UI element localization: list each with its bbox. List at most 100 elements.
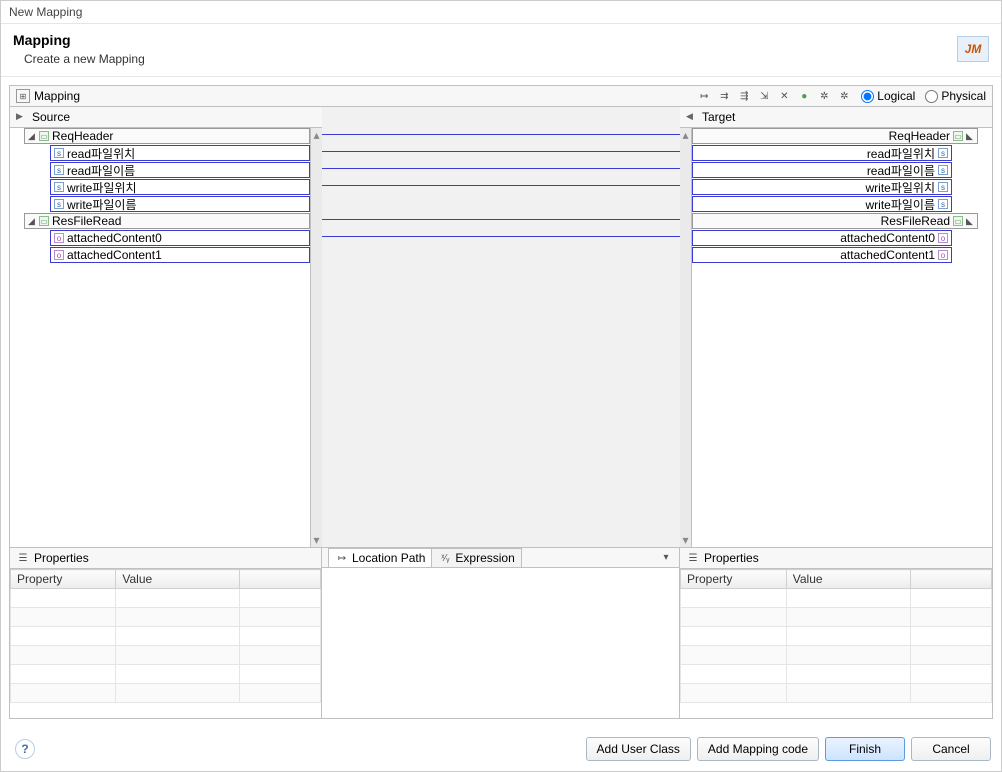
- string-type-icon: s: [54, 199, 64, 209]
- source-field[interactable]: swrite파일위치: [50, 179, 310, 195]
- table-row[interactable]: [11, 684, 321, 703]
- string-type-icon: s: [938, 148, 948, 158]
- target-group-label: ResFileRead: [881, 214, 950, 228]
- table-row[interactable]: [11, 608, 321, 627]
- expand-icon[interactable]: ◣: [966, 216, 974, 227]
- target-field[interactable]: attachedContent0o: [692, 230, 952, 246]
- table-row[interactable]: [681, 627, 992, 646]
- table-row[interactable]: [681, 665, 992, 684]
- target-group[interactable]: ReqHeader▭◣: [692, 128, 978, 144]
- target-field[interactable]: read파일이름s: [692, 162, 952, 178]
- finish-button[interactable]: Finish: [825, 737, 905, 761]
- source-field[interactable]: sread파일이름: [50, 162, 310, 178]
- target-field[interactable]: write파일위치s: [692, 179, 952, 195]
- property-col-header: Property: [681, 570, 787, 589]
- source-label: Source: [32, 110, 70, 124]
- clear-links-icon[interactable]: ✕: [777, 89, 791, 103]
- page-subtitle: Create a new Mapping: [13, 48, 145, 66]
- target-properties-table[interactable]: PropertyValue: [680, 569, 992, 703]
- source-field-label: write파일위치: [67, 179, 137, 196]
- mapping-panel: ⊞ Mapping ↦ ⇉ ⇶ ⇲ ✕ ● ✲ ✲ Logical Physic…: [9, 85, 993, 719]
- source-properties-table[interactable]: PropertyValue: [10, 569, 321, 703]
- value-col-header: Value: [116, 570, 240, 589]
- group-icon: ▭: [953, 216, 963, 226]
- target-field-label: write파일위치: [866, 179, 936, 196]
- properties-label: Properties: [34, 551, 89, 565]
- target-group-label: ReqHeader: [889, 129, 950, 143]
- table-row[interactable]: [681, 684, 992, 703]
- dialog-footer: ? Add User Class Add Mapping code Finish…: [1, 727, 1001, 771]
- view-logical-radio[interactable]: Logical: [861, 89, 915, 103]
- table-row[interactable]: [681, 589, 992, 608]
- path-icon: ↦: [335, 551, 349, 565]
- page-title: Mapping: [13, 32, 145, 48]
- source-field[interactable]: oattachedContent1: [50, 247, 310, 263]
- expand-icon[interactable]: ◢: [28, 131, 36, 142]
- link-single-icon[interactable]: ↦: [697, 89, 711, 103]
- string-type-icon: s: [938, 165, 948, 175]
- refresh-icon[interactable]: ●: [797, 89, 811, 103]
- source-group-label: ReqHeader: [52, 129, 113, 143]
- source-field-label: attachedContent0: [67, 231, 162, 245]
- target-tree[interactable]: ReqHeader▭◣ read파일위치s read파일이름s write파일위…: [692, 128, 992, 547]
- object-type-icon: o: [938, 233, 948, 243]
- link-multi-icon[interactable]: ⇉: [717, 89, 731, 103]
- table-row[interactable]: [11, 646, 321, 665]
- add-user-class-button[interactable]: Add User Class: [586, 737, 691, 761]
- help-icon[interactable]: ?: [15, 739, 35, 759]
- cancel-button[interactable]: Cancel: [911, 737, 991, 761]
- table-row[interactable]: [681, 608, 992, 627]
- string-type-icon: s: [938, 199, 948, 209]
- table-row[interactable]: [681, 646, 992, 665]
- source-field-label: attachedContent1: [67, 248, 162, 262]
- tab-expression[interactable]: ˣ⁄ᵧExpression: [431, 548, 521, 567]
- view-logical-label: Logical: [877, 89, 915, 103]
- table-row[interactable]: [11, 589, 321, 608]
- group-icon: ▭: [39, 131, 49, 141]
- expand-icon[interactable]: ◢: [28, 216, 36, 227]
- expression-body[interactable]: [322, 567, 679, 718]
- gear-icon[interactable]: ✲: [817, 89, 831, 103]
- string-type-icon: s: [54, 148, 64, 158]
- source-column: ▶ Source ◢▭ReqHeader sread파일위치 sread파일이름…: [10, 107, 322, 547]
- blank-col-header: [240, 570, 321, 589]
- source-field[interactable]: swrite파일이름: [50, 196, 310, 212]
- group-icon: ▭: [953, 131, 963, 141]
- source-group[interactable]: ◢▭ReqHeader: [24, 128, 310, 144]
- object-type-icon: o: [54, 233, 64, 243]
- source-tree[interactable]: ◢▭ReqHeader sread파일위치 sread파일이름 swrite파일…: [10, 128, 310, 547]
- source-properties-pane: ☰Properties PropertyValue: [10, 548, 322, 718]
- tab-location-label: Location Path: [352, 551, 425, 565]
- property-col-header: Property: [11, 570, 116, 589]
- view-physical-label: Physical: [941, 89, 986, 103]
- add-mapping-code-button[interactable]: Add Mapping code: [697, 737, 819, 761]
- target-field[interactable]: attachedContent1o: [692, 247, 952, 263]
- target-field[interactable]: write파일이름s: [692, 196, 952, 212]
- target-group[interactable]: ResFileRead▭◣: [692, 213, 978, 229]
- source-field[interactable]: sread파일위치: [50, 145, 310, 161]
- source-icon: ▶: [16, 111, 28, 123]
- source-scrollbar[interactable]: ▴▾: [310, 128, 322, 547]
- table-row[interactable]: [11, 665, 321, 684]
- source-field[interactable]: oattachedContent0: [50, 230, 310, 246]
- tab-location-path[interactable]: ↦Location Path: [328, 548, 432, 567]
- link-tree-icon[interactable]: ⇲: [757, 89, 771, 103]
- string-type-icon: s: [54, 165, 64, 175]
- target-scrollbar[interactable]: ▴▾: [680, 128, 692, 547]
- table-row[interactable]: [11, 627, 321, 646]
- target-icon: ◀: [686, 111, 698, 123]
- link-branch-icon[interactable]: ⇶: [737, 89, 751, 103]
- expression-icon: ˣ⁄ᵧ: [438, 551, 452, 565]
- expand-icon[interactable]: ◣: [966, 131, 974, 142]
- target-field[interactable]: read파일위치s: [692, 145, 952, 161]
- target-field-label: attachedContent0: [840, 231, 935, 245]
- target-label: Target: [702, 110, 735, 124]
- wizard-header: Mapping Create a new Mapping JM: [1, 24, 1001, 77]
- dropdown-icon[interactable]: ▾: [659, 551, 673, 565]
- gear-alt-icon[interactable]: ✲: [837, 89, 851, 103]
- link-canvas[interactable]: [322, 107, 680, 547]
- source-group[interactable]: ◢▭ResFileRead: [24, 213, 310, 229]
- target-properties-pane: ☰Properties PropertyValue: [680, 548, 992, 718]
- view-physical-radio[interactable]: Physical: [925, 89, 986, 103]
- group-icon: ▭: [39, 216, 49, 226]
